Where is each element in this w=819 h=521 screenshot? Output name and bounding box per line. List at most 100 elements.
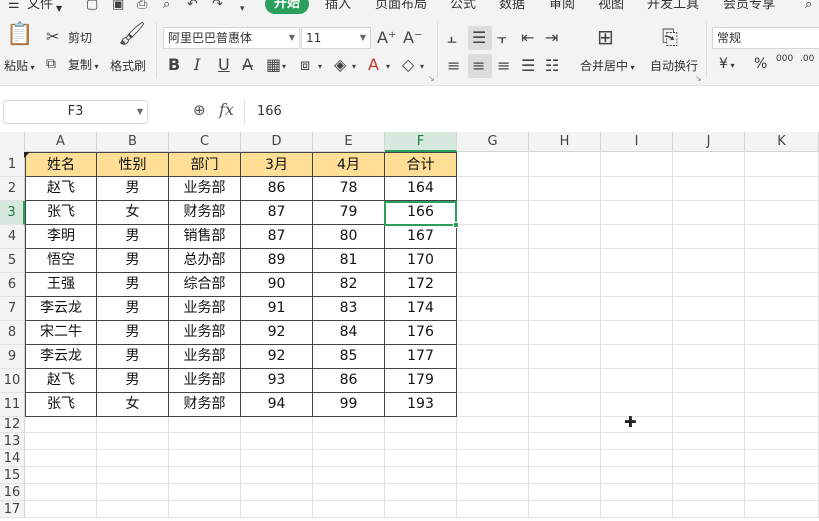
header-cell[interactable]: 合计 <box>385 152 457 177</box>
table-cell[interactable]: 81 <box>313 249 385 273</box>
print-icon[interactable]: ⎙ <box>137 0 147 13</box>
font-size-select[interactable]: 11 ▼ <box>301 27 371 49</box>
empty-cell[interactable] <box>673 225 745 249</box>
row-header-3[interactable]: 3 <box>0 201 25 225</box>
row-header-17[interactable]: 17 <box>0 501 25 518</box>
table-cell[interactable]: 85 <box>313 345 385 369</box>
empty-cell[interactable] <box>601 152 673 177</box>
empty-cell[interactable] <box>457 417 529 433</box>
empty-cell[interactable] <box>745 177 819 201</box>
paste-icon[interactable]: 📋 <box>6 24 33 46</box>
empty-cell[interactable] <box>457 369 529 393</box>
cut-button[interactable]: 剪切 <box>68 30 92 46</box>
column-header-f[interactable]: F <box>385 132 457 152</box>
empty-cell[interactable] <box>601 467 673 484</box>
table-cell[interactable]: 99 <box>313 393 385 417</box>
formula-input[interactable]: 166 <box>244 99 819 125</box>
table-cell[interactable]: 90 <box>241 273 313 297</box>
cell-style-icon[interactable]: ⧈ <box>300 56 310 74</box>
empty-cell[interactable] <box>745 501 819 518</box>
empty-cell[interactable] <box>745 467 819 484</box>
wrap-text-button[interactable]: 自动换行 <box>650 58 698 74</box>
select-all-corner[interactable] <box>0 132 25 152</box>
table-cell[interactable]: 177 <box>385 345 457 369</box>
empty-cell[interactable] <box>25 467 97 484</box>
align-left-icon[interactable]: ≡ <box>447 57 460 75</box>
empty-cell[interactable] <box>745 393 819 417</box>
empty-cell[interactable] <box>457 152 529 177</box>
column-header-b[interactable]: B <box>97 132 169 152</box>
empty-cell[interactable] <box>745 273 819 297</box>
row-header-1[interactable]: 1 <box>0 152 25 177</box>
empty-cell[interactable] <box>241 484 313 501</box>
table-cell[interactable]: 男 <box>97 273 169 297</box>
column-header-i[interactable]: I <box>601 132 673 152</box>
empty-cell[interactable] <box>529 467 601 484</box>
empty-cell[interactable] <box>529 393 601 417</box>
empty-cell[interactable] <box>673 450 745 467</box>
table-cell[interactable]: 男 <box>97 225 169 249</box>
table-cell[interactable]: 86 <box>241 177 313 201</box>
empty-cell[interactable] <box>457 345 529 369</box>
font-color-icon[interactable]: A <box>368 56 379 74</box>
empty-cell[interactable] <box>673 433 745 450</box>
table-cell[interactable]: 84 <box>313 321 385 345</box>
empty-cell[interactable] <box>169 417 241 433</box>
empty-cell[interactable] <box>601 369 673 393</box>
empty-cell[interactable] <box>25 501 97 518</box>
row-header-8[interactable]: 8 <box>0 321 25 345</box>
table-cell[interactable]: 176 <box>385 321 457 345</box>
row-header-10[interactable]: 10 <box>0 369 25 393</box>
tab-data[interactable]: 数据 <box>499 0 525 14</box>
currency-button[interactable]: ¥ ▾ <box>719 56 734 74</box>
empty-cell[interactable] <box>745 201 819 225</box>
table-cell[interactable]: 79 <box>313 201 385 225</box>
table-cell[interactable]: 李云龙 <box>25 297 97 321</box>
table-cell[interactable]: 赵飞 <box>25 177 97 201</box>
table-cell[interactable]: 业务部 <box>169 369 241 393</box>
table-cell[interactable]: 93 <box>241 369 313 393</box>
thousands-button[interactable]: 000 <box>776 54 793 64</box>
table-cell[interactable]: 王强 <box>25 273 97 297</box>
empty-cell[interactable] <box>169 467 241 484</box>
empty-cell[interactable] <box>529 345 601 369</box>
empty-cell[interactable] <box>673 417 745 433</box>
empty-cell[interactable] <box>385 433 457 450</box>
row-header-14[interactable]: 14 <box>0 450 25 467</box>
table-cell[interactable]: 张飞 <box>25 393 97 417</box>
empty-cell[interactable] <box>601 417 673 433</box>
row-header-12[interactable]: 12 <box>0 417 25 433</box>
tab-home[interactable]: 开始 <box>265 0 309 14</box>
empty-cell[interactable] <box>457 321 529 345</box>
empty-cell[interactable] <box>97 417 169 433</box>
merge-center-icon[interactable]: ⊞ <box>597 27 614 47</box>
merge-center-button[interactable]: 合并居中 ▾ <box>580 58 635 76</box>
row-header-7[interactable]: 7 <box>0 297 25 321</box>
empty-cell[interactable] <box>169 450 241 467</box>
align-bottom-icon[interactable]: ⫟ <box>497 29 507 47</box>
empty-cell[interactable] <box>241 450 313 467</box>
align-middle-icon[interactable]: ☰ <box>472 29 486 47</box>
decrease-font-icon[interactable]: A⁻ <box>403 29 422 47</box>
empty-cell[interactable] <box>97 450 169 467</box>
border-icon[interactable]: ▦ <box>266 56 281 74</box>
empty-cell[interactable] <box>313 501 385 518</box>
print-preview-icon[interactable]: ⌕ <box>163 0 170 13</box>
table-cell[interactable]: 男 <box>97 297 169 321</box>
empty-cell[interactable] <box>745 249 819 273</box>
table-cell[interactable]: 业务部 <box>169 177 241 201</box>
table-cell[interactable]: 193 <box>385 393 457 417</box>
menu-file[interactable]: 文件 <box>27 0 53 14</box>
chevron-down-icon[interactable]: ▾ <box>318 58 322 76</box>
column-header-k[interactable]: K <box>745 132 819 152</box>
decrease-indent-icon[interactable]: ⇤ <box>521 29 534 47</box>
row-header-4[interactable]: 4 <box>0 225 25 249</box>
empty-cell[interactable] <box>745 417 819 433</box>
empty-cell[interactable] <box>241 467 313 484</box>
font-name-select[interactable]: 阿里巴巴普惠体 ▼ <box>163 27 300 49</box>
empty-cell[interactable] <box>601 345 673 369</box>
column-header-e[interactable]: E <box>313 132 385 152</box>
strikethrough-icon[interactable]: A̶ <box>242 56 253 74</box>
empty-cell[interactable] <box>313 433 385 450</box>
table-cell[interactable]: 销售部 <box>169 225 241 249</box>
